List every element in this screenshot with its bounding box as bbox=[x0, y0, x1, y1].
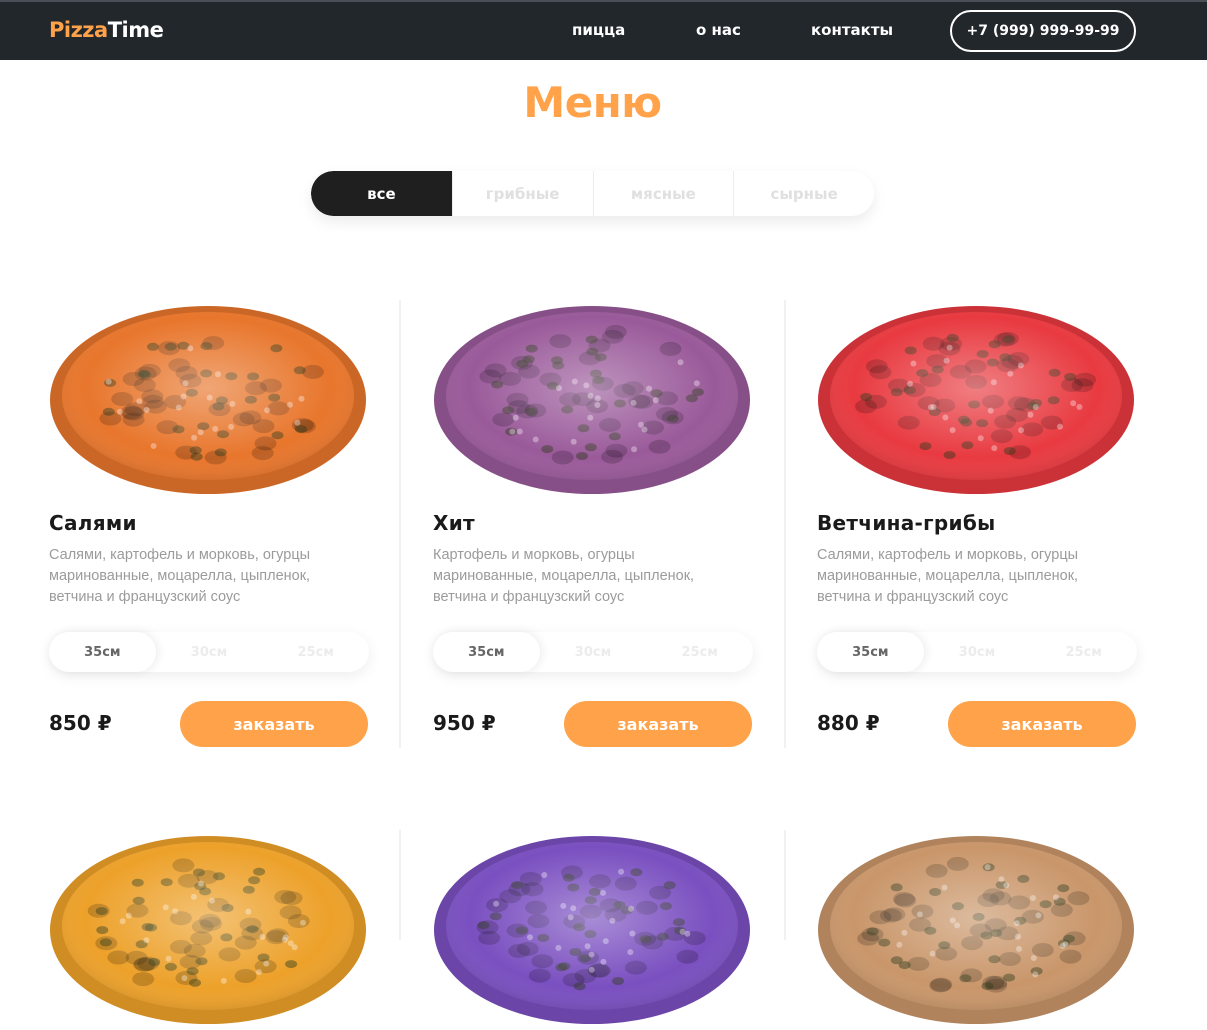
column-divider bbox=[399, 300, 401, 748]
size-option-25см[interactable]: 25см bbox=[646, 632, 753, 672]
nav-link-contacts[interactable]: контакты bbox=[811, 21, 893, 39]
pizza-image[interactable] bbox=[433, 300, 751, 496]
size-option-30см[interactable]: 30см bbox=[540, 632, 647, 672]
size-option-35см[interactable]: 35см bbox=[433, 632, 540, 672]
size-option-35см[interactable]: 35см bbox=[817, 632, 924, 672]
column-divider bbox=[399, 830, 401, 940]
filter-tab-mushroom[interactable]: грибные bbox=[451, 171, 593, 216]
logo-pizza-text: Pizza bbox=[49, 18, 108, 42]
filter-tab-all[interactable]: все bbox=[311, 171, 452, 216]
product-description: Салями, картофель и морковь, огурцы мари… bbox=[49, 547, 311, 605]
phone-button[interactable]: +7 (999) 999-99-99 bbox=[950, 10, 1136, 52]
column-divider bbox=[784, 830, 786, 940]
order-button[interactable]: заказать bbox=[180, 701, 368, 747]
pizza-image[interactable] bbox=[817, 830, 1135, 1026]
category-filter: все грибные мясные сырные bbox=[311, 171, 874, 216]
product-name: Хит bbox=[433, 511, 475, 535]
pizza-image[interactable] bbox=[433, 830, 751, 1026]
size-option-30см[interactable]: 30см bbox=[924, 632, 1031, 672]
pizza-image[interactable] bbox=[49, 300, 367, 496]
size-selector: 35см 30см 25см bbox=[433, 632, 753, 672]
filter-tab-cheese[interactable]: сырные bbox=[733, 171, 874, 216]
page-title: Меню bbox=[523, 78, 662, 127]
size-option-25см[interactable]: 25см bbox=[262, 632, 369, 672]
size-option-35см[interactable]: 35см bbox=[49, 632, 156, 672]
product-description: Картофель и морковь, огурцы маринованные… bbox=[433, 547, 695, 605]
size-selector: 35см 30см 25см bbox=[817, 632, 1137, 672]
filter-tab-meat[interactable]: мясные bbox=[592, 171, 734, 216]
pizza-image[interactable] bbox=[817, 300, 1135, 496]
size-option-25см[interactable]: 25см bbox=[1030, 632, 1137, 672]
order-button[interactable]: заказать bbox=[564, 701, 752, 747]
product-name: Ветчина-грибы bbox=[817, 511, 996, 535]
product-price: 950 ₽ bbox=[433, 711, 496, 735]
product-price: 850 ₽ bbox=[49, 711, 112, 735]
product-price: 880 ₽ bbox=[817, 711, 880, 735]
site-header: PizzaTime пицца о нас контакты +7 (999) … bbox=[0, 0, 1207, 60]
nav-link-about[interactable]: о нас bbox=[696, 21, 741, 39]
size-selector: 35см 30см 25см bbox=[49, 632, 369, 672]
nav-link-pizza[interactable]: пицца bbox=[572, 21, 625, 39]
product-name: Салями bbox=[49, 511, 137, 535]
product-description: Салями, картофель и морковь, огурцы мари… bbox=[817, 547, 1079, 605]
logo[interactable]: PizzaTime bbox=[49, 18, 164, 42]
logo-time-text: Time bbox=[107, 18, 164, 42]
size-option-30см[interactable]: 30см bbox=[156, 632, 263, 672]
pizza-image[interactable] bbox=[49, 830, 367, 1026]
order-button[interactable]: заказать bbox=[948, 701, 1136, 747]
column-divider bbox=[784, 300, 786, 748]
